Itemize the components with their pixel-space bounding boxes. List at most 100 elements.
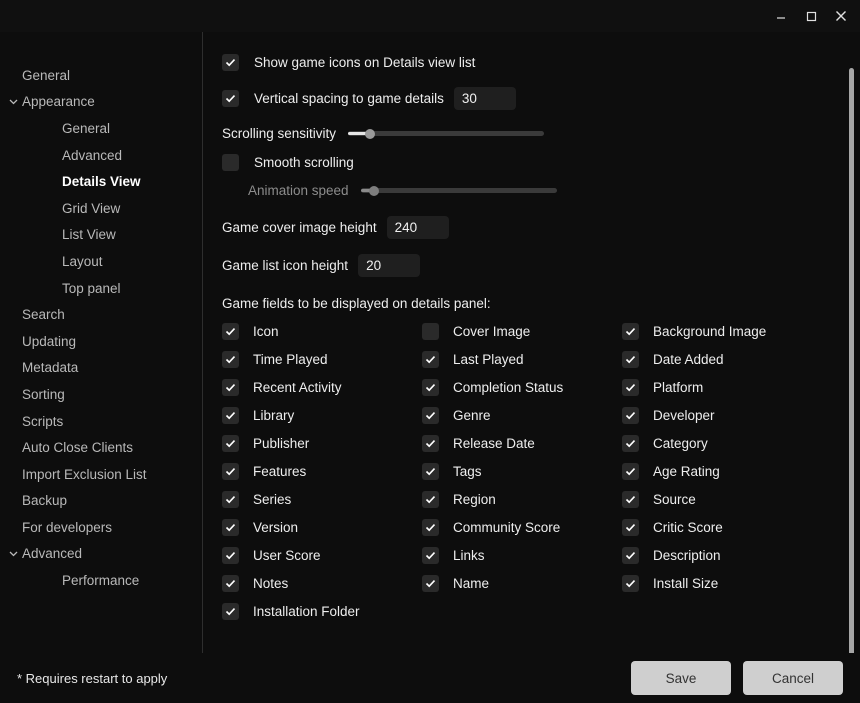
sidebar-item-search[interactable]: Search [0, 301, 202, 328]
scrollbar-thumb[interactable] [849, 68, 854, 681]
sidebar-item-for-developers[interactable]: For developers [0, 514, 202, 541]
vertical-spacing-checkbox[interactable] [222, 90, 239, 107]
dialog-footer: * Requires restart to apply Save Cancel [0, 653, 860, 703]
sidebar-item-auto-close-clients[interactable]: Auto Close Clients [0, 434, 202, 461]
field-checkbox-notes[interactable] [222, 575, 239, 592]
show-game-icons-checkbox[interactable] [222, 54, 239, 71]
field-checkbox-tags[interactable] [422, 463, 439, 480]
field-checkbox-developer[interactable] [622, 407, 639, 424]
content-scrollbar[interactable] [849, 68, 854, 681]
list-icon-height-label: Game list icon height [222, 258, 349, 273]
sidebar-item-grid-view[interactable]: Grid View [0, 195, 202, 222]
field-cell: Cover Image [422, 323, 622, 340]
field-checkbox-platform[interactable] [622, 379, 639, 396]
chevron-down-icon[interactable] [4, 548, 22, 559]
minimize-button[interactable] [766, 1, 796, 31]
smooth-scrolling-checkbox[interactable] [222, 154, 239, 171]
slider-thumb[interactable] [369, 185, 380, 196]
sidebar-item-label: Metadata [22, 360, 79, 376]
animation-speed-slider[interactable] [360, 184, 557, 198]
sidebar-item-top-panel[interactable]: Top panel [0, 275, 202, 302]
sidebar-item-scripts[interactable]: Scripts [0, 408, 202, 435]
field-checkbox-recent-activity[interactable] [222, 379, 239, 396]
vertical-spacing-input[interactable] [453, 87, 516, 110]
sidebar-item-appearance[interactable]: Appearance [0, 89, 202, 116]
field-checkbox-completion-status[interactable] [422, 379, 439, 396]
field-checkbox-age-rating[interactable] [622, 463, 639, 480]
field-checkbox-genre[interactable] [422, 407, 439, 424]
list-icon-height-input[interactable] [358, 254, 421, 277]
sidebar-item-list-view[interactable]: List View [0, 222, 202, 249]
smooth-scrolling-label: Smooth scrolling [254, 155, 354, 170]
field-checkbox-publisher[interactable] [222, 435, 239, 452]
save-button[interactable]: Save [631, 661, 731, 695]
sidebar-item-details-view[interactable]: Details View [0, 168, 202, 195]
chevron-down-icon[interactable] [4, 96, 22, 107]
field-checkbox-cover-image[interactable] [422, 323, 439, 340]
field-checkbox-time-played[interactable] [222, 351, 239, 368]
field-cell: Date Added [622, 351, 822, 368]
field-checkbox-community-score[interactable] [422, 519, 439, 536]
field-checkbox-source[interactable] [622, 491, 639, 508]
field-checkbox-links[interactable] [422, 547, 439, 564]
field-label: Genre [453, 408, 491, 423]
sidebar-item-sorting[interactable]: Sorting [0, 381, 202, 408]
maximize-button[interactable] [796, 1, 826, 31]
field-label: Cover Image [453, 324, 531, 339]
field-cell: Installation Folder [222, 603, 422, 620]
field-label: Icon [253, 324, 279, 339]
field-checkbox-icon[interactable] [222, 323, 239, 340]
field-checkbox-critic-score[interactable] [622, 519, 639, 536]
animation-speed-label: Animation speed [248, 183, 349, 198]
slider-thumb[interactable] [364, 128, 375, 139]
field-cell: Install Size [622, 575, 822, 592]
close-button[interactable] [826, 1, 856, 31]
field-checkbox-install-size[interactable] [622, 575, 639, 592]
field-cell: Completion Status [422, 379, 622, 396]
field-label: Critic Score [653, 520, 723, 535]
field-checkbox-installation-folder[interactable] [222, 603, 239, 620]
sidebar-item-label: Auto Close Clients [22, 440, 134, 456]
sidebar-item-general[interactable]: General [0, 115, 202, 142]
field-cell: Community Score [422, 519, 622, 536]
field-checkbox-category[interactable] [622, 435, 639, 452]
field-checkbox-last-played[interactable] [422, 351, 439, 368]
sidebar-item-updating[interactable]: Updating [0, 328, 202, 355]
cover-image-height-input[interactable] [386, 216, 449, 239]
field-checkbox-series[interactable] [222, 491, 239, 508]
field-checkbox-features[interactable] [222, 463, 239, 480]
field-label: Source [653, 492, 696, 507]
sidebar-item-general[interactable]: General [0, 62, 202, 89]
title-bar [0, 0, 860, 32]
cancel-button[interactable]: Cancel [743, 661, 843, 695]
field-checkbox-version[interactable] [222, 519, 239, 536]
minimize-icon [776, 11, 787, 22]
field-cell: Last Played [422, 351, 622, 368]
scrolling-sensitivity-slider[interactable] [348, 127, 545, 141]
sidebar-item-performance[interactable]: Performance [0, 567, 202, 594]
field-checkbox-release-date[interactable] [422, 435, 439, 452]
sidebar-item-metadata[interactable]: Metadata [0, 355, 202, 382]
sidebar-item-backup[interactable]: Backup [0, 488, 202, 515]
field-checkbox-date-added[interactable] [622, 351, 639, 368]
field-cell: Age Rating [622, 463, 822, 480]
field-checkbox-name[interactable] [422, 575, 439, 592]
sidebar-item-advanced[interactable]: Advanced [0, 142, 202, 169]
field-checkbox-description[interactable] [622, 547, 639, 564]
field-label: Description [653, 548, 721, 563]
field-cell: Library [222, 407, 422, 424]
field-checkbox-user-score[interactable] [222, 547, 239, 564]
field-cell: Critic Score [622, 519, 822, 536]
field-checkbox-background-image[interactable] [622, 323, 639, 340]
sidebar-item-advanced[interactable]: Advanced [0, 541, 202, 568]
field-checkbox-library[interactable] [222, 407, 239, 424]
field-cell: Release Date [422, 435, 622, 452]
field-label: Features [253, 464, 307, 479]
sidebar-item-layout[interactable]: Layout [0, 248, 202, 275]
sidebar-item-import-exclusion-list[interactable]: Import Exclusion List [0, 461, 202, 488]
field-label: Recent Activity [253, 380, 342, 395]
smooth-scrolling-row: Smooth scrolling [222, 154, 860, 171]
field-label: Time Played [253, 352, 328, 367]
field-checkbox-region[interactable] [422, 491, 439, 508]
field-label: Release Date [453, 436, 535, 451]
